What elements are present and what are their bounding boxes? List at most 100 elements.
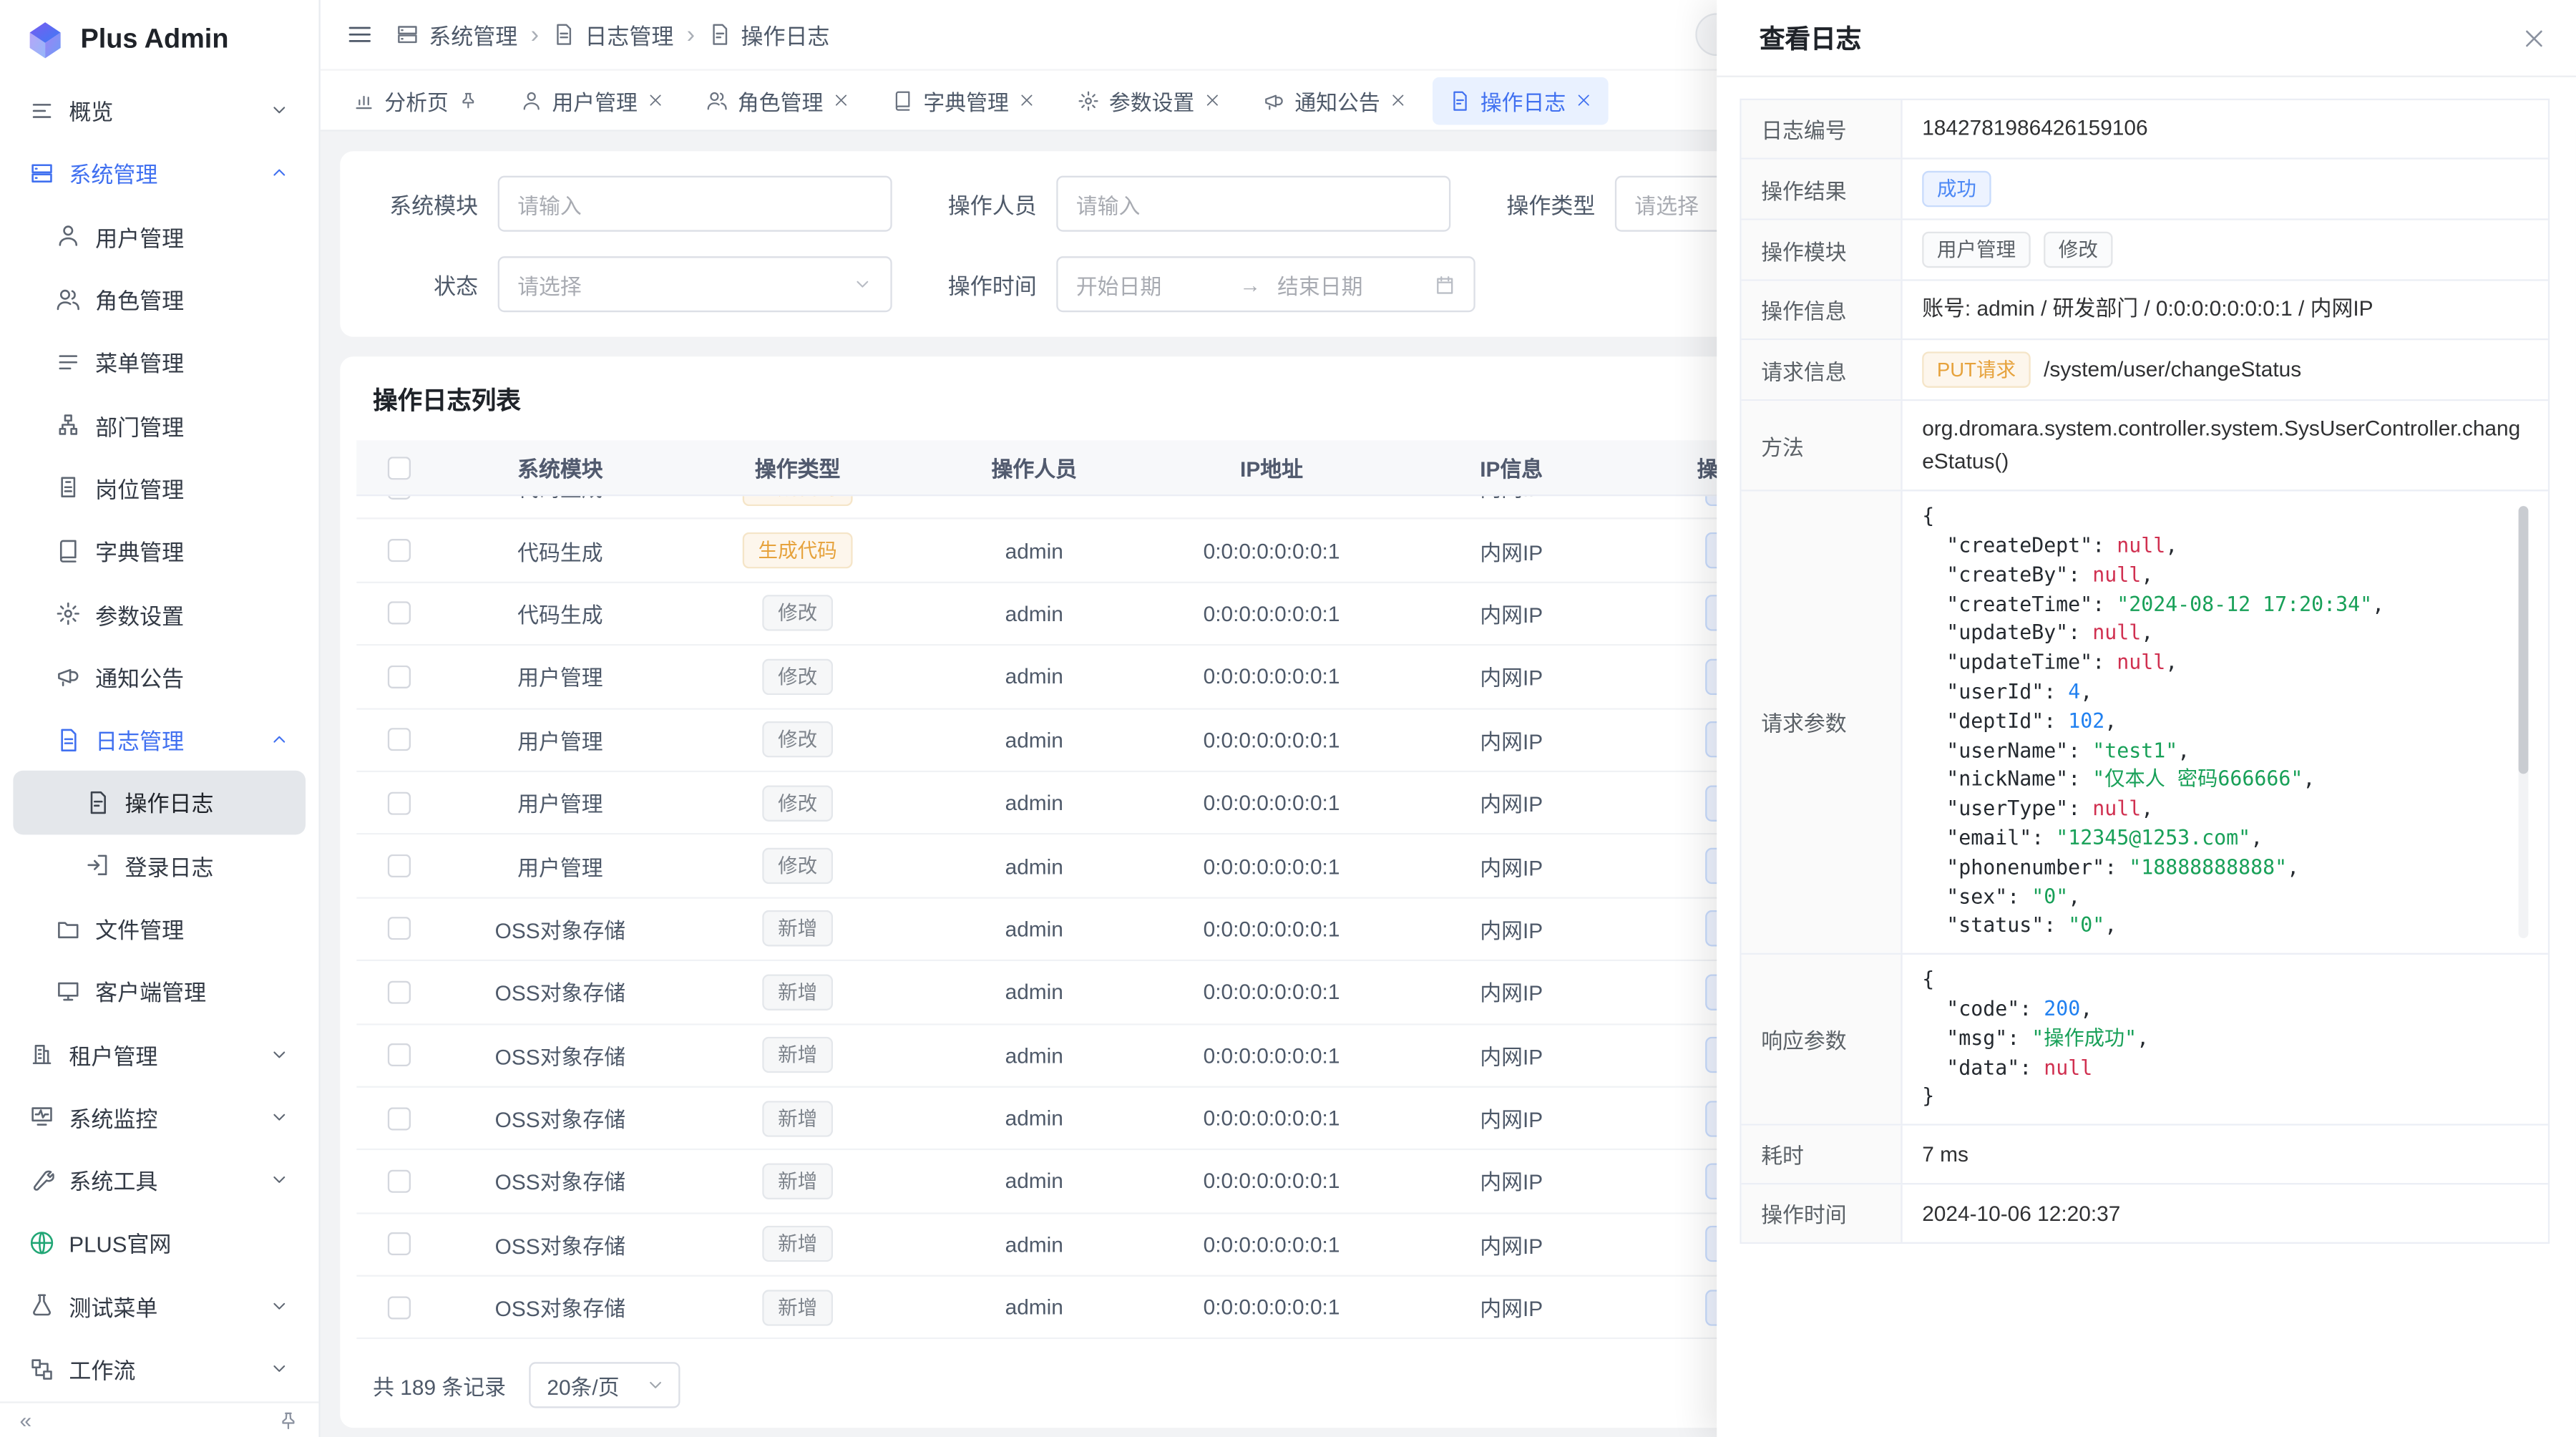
- sidebar-item-系统工具[interactable]: 系统工具: [13, 1149, 306, 1212]
- row-checkbox[interactable]: [388, 1233, 411, 1256]
- detail-row-耗时: 耗时7 ms: [1742, 1126, 2548, 1185]
- close-drawer-icon[interactable]: [2522, 26, 2546, 50]
- column-header-IP信息[interactable]: IP信息: [1392, 452, 1631, 483]
- cell-ip: 0:0:0:0:0:0:0:1: [1151, 1295, 1391, 1320]
- tab-通知公告[interactable]: 通知公告: [1247, 77, 1423, 125]
- tenant-icon: [29, 1042, 54, 1066]
- sidebar-item-测试菜单[interactable]: 测试菜单: [13, 1275, 306, 1338]
- cell-ip: 0:0:0:0:0:0:0:1: [1151, 791, 1391, 815]
- page-size-select[interactable]: 20条/页: [529, 1363, 680, 1408]
- sidebar-item-字典管理[interactable]: 字典管理: [13, 520, 306, 583]
- column-header-系统模块[interactable]: 系统模块: [442, 452, 679, 483]
- sidebar-item-日志管理[interactable]: 日志管理: [13, 708, 306, 771]
- row-checkbox[interactable]: [388, 602, 411, 625]
- cell-module: 用户管理: [442, 787, 679, 819]
- monitor-icon: [29, 1105, 54, 1129]
- row-checkbox[interactable]: [388, 854, 411, 877]
- close-icon: [1204, 92, 1221, 109]
- close-tab-icon[interactable]: [1204, 92, 1221, 109]
- filter-group: 操作时间开始日期→结束日期: [932, 256, 1475, 312]
- sidebar-item-菜单管理[interactable]: 菜单管理: [13, 331, 306, 394]
- column-header-操作人员[interactable]: 操作人员: [917, 452, 1151, 483]
- cell-ip-info: 内网IP: [1392, 724, 1631, 756]
- sidebar-item-客户端管理[interactable]: 客户端管理: [13, 960, 306, 1023]
- column-header-IP地址[interactable]: IP地址: [1151, 452, 1391, 483]
- client-icon: [56, 979, 80, 1003]
- row-checkbox[interactable]: [388, 917, 411, 940]
- sidebar-item-角色管理[interactable]: 角色管理: [13, 268, 306, 331]
- filter-daterange-操作时间[interactable]: 开始日期→结束日期: [1056, 256, 1475, 312]
- breadcrumb-item-日志管理[interactable]: 日志管理: [552, 18, 673, 51]
- sidebar-item-部门管理[interactable]: 部门管理: [13, 394, 306, 457]
- tab-操作日志[interactable]: 操作日志: [1433, 77, 1609, 125]
- sidebar-item-PLUS官网[interactable]: PLUS官网: [13, 1212, 306, 1275]
- close-tab-icon[interactable]: [1390, 92, 1407, 109]
- row-checkbox[interactable]: [388, 496, 411, 499]
- breadcrumb-item-系统管理[interactable]: 系统管理: [396, 18, 517, 51]
- tab-用户管理[interactable]: 用户管理: [504, 77, 680, 125]
- filter-group: 系统模块请输入: [373, 176, 892, 232]
- cell-ip: 0:0:0:0:0:0:0:1: [1151, 664, 1391, 688]
- sidebar-item-租户管理[interactable]: 租户管理: [13, 1023, 306, 1086]
- file-icon: [56, 916, 80, 940]
- scrollbar[interactable]: [2519, 507, 2529, 939]
- row-checkbox[interactable]: [388, 980, 411, 1003]
- row-checkbox[interactable]: [388, 791, 411, 814]
- close-tab-icon[interactable]: [1019, 92, 1035, 109]
- action-type-tag: 修改: [763, 721, 831, 758]
- sidebar-item-操作日志[interactable]: 操作日志: [13, 771, 306, 834]
- collapse-sidebar-icon[interactable]: «: [20, 1408, 32, 1433]
- cell-ip-info: 内网IP: [1392, 1292, 1631, 1323]
- tab-角色管理[interactable]: 角色管理: [690, 77, 866, 125]
- close-tab-icon[interactable]: [648, 92, 664, 109]
- tab-分析页[interactable]: 分析页: [337, 77, 494, 125]
- pin-tab-icon[interactable]: [459, 90, 479, 110]
- notice-icon: [56, 664, 80, 688]
- cell-operator: admin: [917, 664, 1151, 688]
- row-checkbox[interactable]: [388, 1043, 411, 1066]
- row-checkbox[interactable]: [388, 729, 411, 751]
- sidebar-item-岗位管理[interactable]: 岗位管理: [13, 457, 306, 520]
- select-all-checkbox[interactable]: [388, 456, 411, 479]
- filter-input-系统模块[interactable]: 请输入: [498, 176, 892, 232]
- cell-operator: admin: [917, 728, 1151, 752]
- sidebar-item-概览[interactable]: 概览: [13, 79, 306, 142]
- row-checkbox[interactable]: [388, 1107, 411, 1130]
- post-icon: [56, 475, 80, 500]
- param-icon: [56, 601, 80, 625]
- close-tab-icon[interactable]: [833, 92, 849, 109]
- column-header-操作类型[interactable]: 操作类型: [678, 452, 917, 483]
- hamburger-icon[interactable]: [346, 21, 373, 48]
- app-logo[interactable]: Plus Admin: [0, 0, 318, 79]
- sidebar-item-工作流[interactable]: 工作流: [13, 1338, 306, 1401]
- tab-字典管理[interactable]: 字典管理: [876, 77, 1052, 125]
- loginlog-icon: [85, 853, 109, 877]
- sidebar-item-用户管理[interactable]: 用户管理: [13, 205, 306, 268]
- detail-row-操作时间: 操作时间2024-10-06 12:20:37: [1742, 1185, 2548, 1242]
- pin-sidebar-icon[interactable]: [278, 1410, 299, 1431]
- row-checkbox[interactable]: [388, 666, 411, 688]
- module-tag: 用户管理: [1922, 232, 2031, 268]
- detail-value: 1842781986426159106: [1922, 112, 2147, 145]
- sidebar-item-系统管理[interactable]: 系统管理: [13, 142, 306, 205]
- row-checkbox[interactable]: [388, 1296, 411, 1319]
- scrollbar-thumb[interactable]: [2519, 507, 2529, 774]
- row-checkbox[interactable]: [388, 1170, 411, 1193]
- tab-参数设置[interactable]: 参数设置: [1061, 77, 1237, 125]
- test-icon: [29, 1294, 54, 1318]
- action-type-tag: 修改: [763, 595, 831, 632]
- sidebar-item-参数设置[interactable]: 参数设置: [13, 583, 306, 646]
- sidebar-item-label: 字典管理: [95, 535, 289, 568]
- sidebar-item-label: 用户管理: [95, 220, 289, 253]
- sidebar-item-系统监控[interactable]: 系统监控: [13, 1086, 306, 1149]
- sidebar-item-通知公告[interactable]: 通知公告: [13, 646, 306, 708]
- action-type-tag: 新增: [763, 1290, 831, 1326]
- filter-input-操作人员[interactable]: 请输入: [1056, 176, 1450, 232]
- close-tab-icon[interactable]: [1576, 92, 1592, 109]
- filter-select-状态[interactable]: 请选择: [498, 256, 892, 312]
- sidebar-item-label: PLUS官网: [69, 1227, 289, 1260]
- breadcrumb-item-操作日志[interactable]: 操作日志: [708, 18, 830, 51]
- sidebar-item-文件管理[interactable]: 文件管理: [13, 897, 306, 960]
- row-checkbox[interactable]: [388, 539, 411, 562]
- sidebar-item-登录日志[interactable]: 登录日志: [13, 834, 306, 897]
